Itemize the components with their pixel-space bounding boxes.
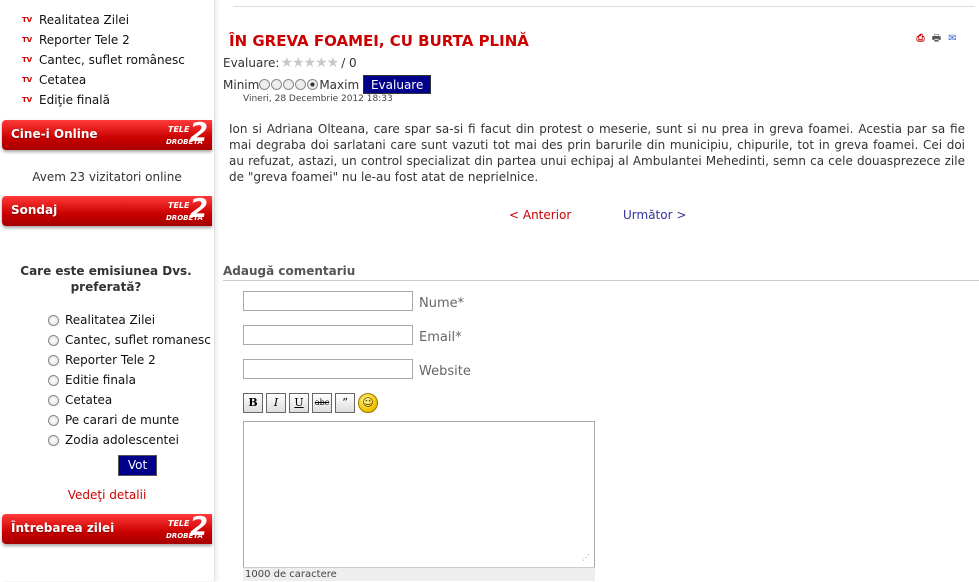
left-sidebar: TV Realitatea Zilei TV Reporter Tele 2 TV C… <box>0 0 215 581</box>
rating-radio[interactable] <box>283 79 295 90</box>
poll-option[interactable]: Pe carari de munte <box>48 410 211 430</box>
sidebar-item-label[interactable]: Ediţie finală <box>39 90 110 110</box>
email-label: Email* <box>419 330 462 345</box>
rating-form: Minim Maxim Evaluare <box>223 75 432 94</box>
rating-radio[interactable] <box>271 79 283 90</box>
sidebar-item-label[interactable]: Realitatea Zilei <box>39 10 129 30</box>
divider <box>233 6 975 7</box>
poll-option[interactable]: Reporter Tele 2 <box>48 350 211 370</box>
article-icons: ⎙ 🖶 ✉ <box>914 33 959 45</box>
quote-button[interactable]: ” <box>335 393 355 413</box>
view-details-link[interactable]: Vedeţi detalii <box>0 488 214 502</box>
email-icon[interactable]: ✉ <box>946 33 959 45</box>
print-icon[interactable]: 🖶 <box>930 33 943 45</box>
comment-textarea[interactable] <box>243 421 595 581</box>
pdf-icon[interactable]: ⎙ <box>914 33 927 45</box>
poll-option[interactable]: Realitatea Zilei <box>48 310 211 330</box>
tele2-logo: TELE 2 DROBETA <box>166 512 208 542</box>
smiley-icon[interactable]: ☺ <box>358 393 378 413</box>
tv-icon: TV <box>22 76 33 84</box>
sidebar-item-editie-finala[interactable]: TV Ediţie finală <box>22 90 185 110</box>
sidebar-menu: TV Realitatea Zilei TV Reporter Tele 2 TV C… <box>22 10 185 110</box>
name-label: Nume* <box>419 296 465 311</box>
website-label: Website <box>419 364 471 379</box>
radio-button[interactable] <box>48 374 59 386</box>
rating-label: Evaluare: <box>223 56 280 70</box>
article-title[interactable]: ÎN GREVA FOAMEI, CU BURTA PLINĂ <box>229 32 529 50</box>
resize-handle-icon[interactable]: ⋰ <box>582 553 590 562</box>
sidebar-item-realitatea-zilei[interactable]: TV Realitatea Zilei <box>22 10 185 30</box>
max-label: Maxim <box>319 77 360 92</box>
vote-button[interactable]: Vot <box>118 455 157 476</box>
poll-option[interactable]: Cetatea <box>48 390 211 410</box>
poll-option[interactable]: Cantec, suflet romanesc <box>48 330 211 350</box>
poll-question: Care este emisiunea Dvs. preferată? <box>20 264 192 294</box>
main-content: ÎN GREVA FOAMEI, CU BURTA PLINĂ ⎙ 🖶 ✉ Ev… <box>223 0 979 581</box>
radio-button[interactable] <box>48 314 59 326</box>
strikethrough-button[interactable]: abc <box>312 393 332 413</box>
online-visitors-text: Avem 23 vizitatori online <box>32 170 182 184</box>
radio-button[interactable] <box>48 434 59 446</box>
poll-option[interactable]: Zodia adolescentei <box>48 430 211 450</box>
question-header: Întrebarea zilei TELE 2 DROBETA <box>2 512 212 544</box>
radio-button[interactable] <box>48 334 59 346</box>
radio-button[interactable] <box>48 354 59 366</box>
online-title: Cine-i Online <box>11 127 98 141</box>
online-header: Cine-i Online TELE 2 DROBETA <box>2 118 212 150</box>
article-date: Vineri, 28 Decembrie 2012 18:33 <box>243 94 393 104</box>
tele2-logo: TELE 2 DROBETA <box>166 118 208 148</box>
radio-button[interactable] <box>48 394 59 406</box>
divider <box>223 280 979 281</box>
poll-option[interactable]: Editie finala <box>48 370 211 390</box>
next-link[interactable]: Următor > <box>623 208 686 222</box>
article-body: Ion si Adriana Olteana, care spar sa-si … <box>229 122 965 184</box>
rating-radio[interactable] <box>259 79 271 90</box>
underline-button[interactable]: U <box>289 393 309 413</box>
add-comment-title: Adaugă comentariu <box>223 264 356 278</box>
sidebar-item-label[interactable]: Reporter Tele 2 <box>39 30 130 50</box>
sidebar-item-label[interactable]: Cantec, suflet românesc <box>39 50 185 70</box>
rating-radio[interactable] <box>307 79 319 90</box>
tele2-logo: TELE 2 DROBETA <box>166 194 208 224</box>
poll-title: Sondaj <box>11 203 58 217</box>
rating-stars: ★★★★★ <box>280 55 339 71</box>
tv-icon: TV <box>22 56 33 64</box>
sidebar-item-label[interactable]: Cetatea <box>39 70 86 90</box>
tv-icon: TV <box>22 36 33 44</box>
radio-button[interactable] <box>48 414 59 426</box>
previous-link[interactable]: < Anterior <box>509 208 571 222</box>
poll-options: Realitatea Zilei Cantec, suflet romanesc… <box>48 310 211 450</box>
italic-button[interactable]: I <box>266 393 286 413</box>
rating-row: Evaluare: ★★★★★ / 0 <box>223 55 357 71</box>
editor-toolbar: B I U abc ” ☺ <box>243 393 378 413</box>
tv-icon: TV <box>22 16 33 24</box>
bold-button[interactable]: B <box>243 393 263 413</box>
name-input[interactable] <box>243 291 413 311</box>
character-counter: 1000 de caractere <box>243 567 595 581</box>
sidebar-item-cetatea[interactable]: TV Cetatea <box>22 70 185 90</box>
sidebar-item-cantec[interactable]: TV Cantec, suflet românesc <box>22 50 185 70</box>
rating-radio[interactable] <box>295 79 307 90</box>
question-title: Întrebarea zilei <box>11 521 115 535</box>
rating-value: / 0 <box>341 56 357 70</box>
sidebar-item-reporter-tele-2[interactable]: TV Reporter Tele 2 <box>22 30 185 50</box>
poll-header: Sondaj TELE 2 DROBETA <box>2 194 212 226</box>
email-input[interactable] <box>243 325 413 345</box>
min-label: Minim <box>223 77 260 92</box>
evaluate-button[interactable]: Evaluare <box>363 75 432 94</box>
tv-icon: TV <box>22 96 33 104</box>
website-input[interactable] <box>243 359 413 379</box>
